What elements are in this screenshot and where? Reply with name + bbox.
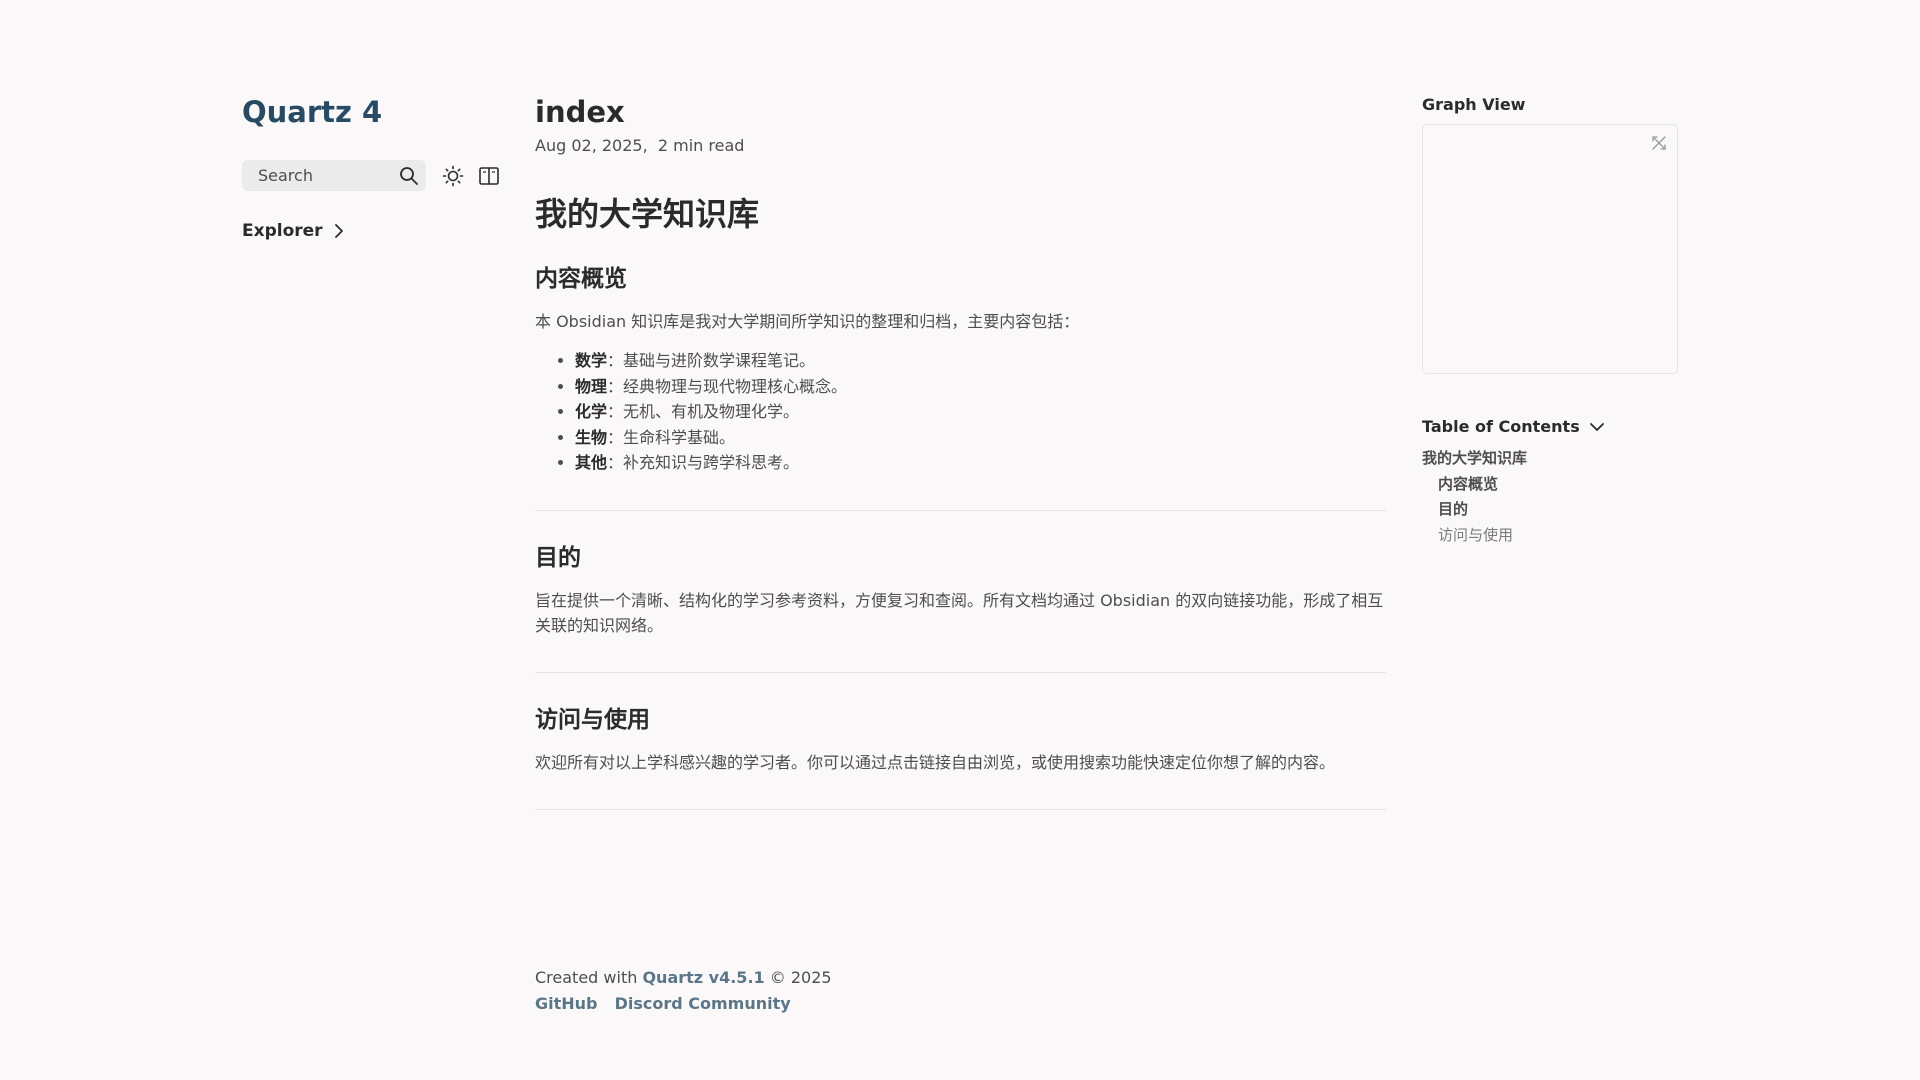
- explorer-label: Explorer: [242, 221, 323, 241]
- search-label: Search: [258, 166, 313, 185]
- list-desc: ：经典物理与现代物理核心概念。: [607, 376, 848, 396]
- list-desc: ：补充知识与跨学科思考。: [607, 453, 800, 473]
- footer-suffix: © 2025: [769, 968, 832, 987]
- divider: [535, 509, 1386, 511]
- chevron-right-icon: [331, 223, 347, 239]
- list-item: 数学：基础与进阶数学课程笔记。: [575, 348, 1386, 374]
- explorer-toggle[interactable]: Explorer: [242, 221, 512, 241]
- article-heading: 我的大学知识库: [535, 195, 760, 233]
- divider: [535, 671, 1386, 673]
- site-title[interactable]: Quartz 4: [242, 90, 512, 134]
- list-term: 化学: [575, 402, 608, 422]
- footer: Created with Quartz v4.5.1 © 2025 GitHub…: [535, 966, 832, 1016]
- toc-item[interactable]: 目的: [1422, 497, 1678, 523]
- page-meta: Aug 02, 2025, 2 min read: [535, 136, 745, 155]
- list-item: 其他：补充知识与跨学科思考。: [575, 450, 1386, 476]
- toolbar: Search: [242, 160, 512, 191]
- list-term: 其他: [575, 453, 608, 473]
- article: index Aug 02, 2025, 2 min read 我的大学知识库 内…: [535, 90, 1386, 810]
- list-item: 生物：生命科学基础。: [575, 425, 1386, 451]
- section-heading-overview[interactable]: 内容概览: [535, 262, 1386, 296]
- list-term: 物理: [575, 376, 608, 396]
- subject-list: 数学：基础与进阶数学课程笔记。 物理：经典物理与现代物理核心概念。 化学：无机、…: [575, 348, 1386, 476]
- graph-title: Graph View: [1422, 95, 1526, 114]
- list-item: 物理：经典物理与现代物理核心概念。: [575, 374, 1386, 400]
- graph-canvas[interactable]: [1422, 124, 1678, 374]
- section-intro: 本 Obsidian 知识库是我对大学期间所学知识的整理和归档，主要内容包括：: [535, 312, 1080, 331]
- section-heading-access[interactable]: 访问与使用: [535, 703, 1386, 737]
- right-sidebar: Graph View Table of Contents 我的大学知识库 内容概…: [1422, 94, 1678, 548]
- github-link[interactable]: GitHub: [535, 994, 598, 1013]
- search-button[interactable]: Search: [242, 160, 426, 191]
- list-term: 数学: [575, 351, 608, 370]
- list-term: 生物: [575, 427, 608, 447]
- divider: [535, 808, 1386, 810]
- footer-credit: Created with Quartz v4.5.1 © 2025: [535, 966, 832, 990]
- book-icon[interactable]: [477, 164, 501, 188]
- expand-icon[interactable]: [1649, 133, 1669, 153]
- footer-links: GitHub Discord Community: [535, 992, 832, 1016]
- list-item: 化学：无机、有机及物理化学。: [575, 399, 1386, 425]
- sun-icon[interactable]: [441, 164, 465, 188]
- section-text: 欢迎所有对以上学科感兴趣的学习者。你可以通过点击链接自由浏览，或使用搜索功能快速…: [535, 752, 1336, 772]
- page-date: Aug 02, 2025: [535, 136, 643, 155]
- list-desc: ：生命科学基础。: [607, 427, 736, 447]
- footer-prefix: Created with: [535, 968, 638, 987]
- list-desc: ：基础与进阶数学课程笔记。: [607, 351, 816, 370]
- toc-title: Table of Contents: [1422, 417, 1580, 436]
- section-heading-purpose[interactable]: 目的: [535, 541, 1386, 575]
- list-desc: ：无机、有机及物理化学。: [607, 402, 800, 422]
- read-time: 2 min read: [657, 136, 745, 155]
- discord-link[interactable]: Discord Community: [615, 994, 791, 1013]
- section-text: 旨在提供一个清晰、结构化的学习参考资料，方便复习和查阅。所有文档均通过 Obsi…: [535, 590, 1384, 635]
- search-icon: [399, 166, 419, 186]
- quartz-link[interactable]: Quartz v4.5.1: [642, 968, 764, 987]
- toc-item[interactable]: 访问与使用: [1422, 523, 1678, 549]
- chevron-down-icon: [1588, 418, 1606, 436]
- toc-item[interactable]: 我的大学知识库: [1422, 446, 1678, 472]
- toc-list: 我的大学知识库 内容概览 目的 访问与使用: [1422, 446, 1678, 548]
- toc-item[interactable]: 内容概览: [1422, 472, 1678, 498]
- page-title: index: [535, 95, 625, 129]
- toc-toggle[interactable]: Table of Contents: [1422, 417, 1678, 436]
- left-sidebar: Quartz 4 Search Explorer: [242, 90, 512, 241]
